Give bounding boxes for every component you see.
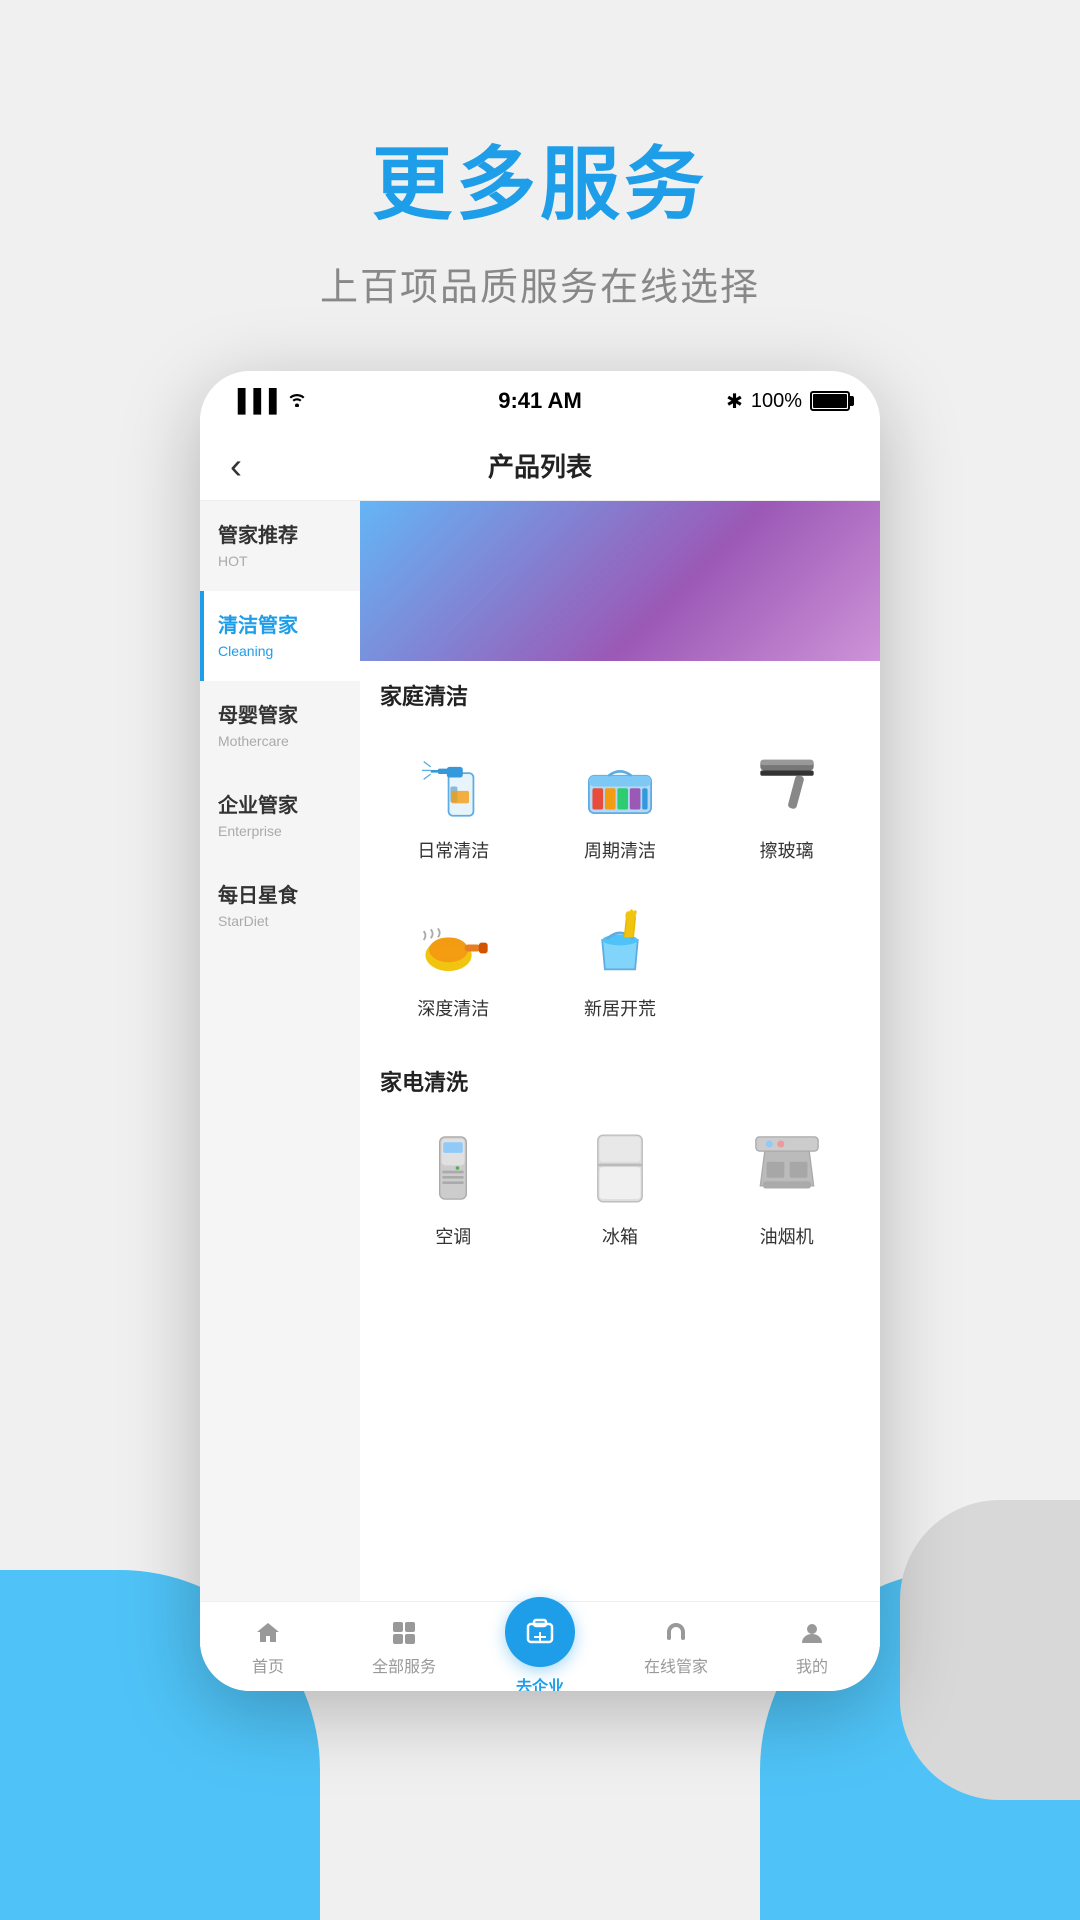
battery-percent: 100% (751, 390, 802, 413)
tab-enterprise-label: 去企业 (516, 1673, 564, 1692)
headset-icon (660, 1617, 692, 1649)
section-appliance-cleaning-title: 家电清洗 (360, 1047, 880, 1107)
tab-home[interactable]: 首页 (200, 1617, 336, 1677)
sidebar-item-cleaning[interactable]: 清洁管家 Cleaning (200, 591, 360, 681)
sidebar-item-cleaning-sub: Cleaning (218, 643, 346, 659)
toolbox-icon (570, 737, 670, 827)
item-fridge[interactable]: 冰箱 (537, 1107, 704, 1265)
phone-wrapper: ▐▐▐ 9:41 AM ✱ 100% ‹ 产品列表 (0, 371, 1080, 1691)
hero-section: 更多服务 上百项品质服务在线选择 (0, 0, 1080, 371)
item-hood-label: 油烟机 (760, 1223, 814, 1249)
steamer-icon (403, 895, 503, 985)
sidebar-item-stardiet-name: 每日星食 (218, 883, 346, 909)
page-title: 产品列表 (488, 447, 592, 484)
sidebar-item-hot-name: 管家推荐 (218, 523, 346, 549)
sidebar-item-enterprise[interactable]: 企业管家 Enterprise (200, 771, 360, 861)
item-periodic-cleaning-label: 周期清洁 (584, 837, 656, 863)
tab-assistant-label: 在线管家 (644, 1653, 708, 1677)
item-ac[interactable]: 空调 (370, 1107, 537, 1265)
sidebar-item-stardiet-sub: StarDiet (218, 913, 346, 929)
tab-profile-label: 我的 (796, 1653, 828, 1677)
battery-icon (810, 391, 850, 411)
item-ac-label: 空调 (435, 1223, 471, 1249)
sidebar: 管家推荐 HOT 清洁管家 Cleaning 母婴管家 Mothercare 企… (200, 501, 360, 1601)
tab-assistant[interactable]: 在线管家 (608, 1617, 744, 1677)
battery-fill (813, 394, 847, 408)
range-hood-icon (737, 1123, 837, 1213)
ac-icon (403, 1123, 503, 1213)
item-deep-cleaning-label: 深度清洁 (417, 995, 489, 1021)
enterprise-center-button[interactable] (505, 1597, 575, 1667)
tab-bar: 首页 全部服务 (200, 1601, 880, 1691)
status-time: 9:41 AM (498, 388, 582, 414)
sidebar-item-hot-sub: HOT (218, 553, 346, 569)
item-daily-cleaning[interactable]: 日常清洁 (370, 721, 537, 879)
appliance-cleaning-grid: 空调 (360, 1107, 880, 1275)
sidebar-item-mothercare-name: 母婴管家 (218, 703, 346, 729)
tab-services[interactable]: 全部服务 (336, 1617, 472, 1677)
item-daily-cleaning-label: 日常清洁 (417, 837, 489, 863)
item-glass-cleaning[interactable]: 擦玻璃 (703, 721, 870, 879)
item-deep-cleaning[interactable]: 深度清洁 (370, 879, 537, 1037)
hero-subtitle: 上百项品质服务在线选择 (0, 256, 1080, 311)
right-content: 家庭清洁 (360, 501, 880, 1601)
home-icon (252, 1617, 284, 1649)
section-home-cleaning-title: 家庭清洁 (360, 661, 880, 721)
home-cleaning-grid: 日常清洁 (360, 721, 880, 1047)
refrigerator-icon (570, 1123, 670, 1213)
sidebar-item-mothercare[interactable]: 母婴管家 Mothercare (200, 681, 360, 771)
content-area: 管家推荐 HOT 清洁管家 Cleaning 母婴管家 Mothercare 企… (200, 501, 880, 1601)
sidebar-item-mothercare-sub: Mothercare (218, 733, 346, 749)
spray-bottle-icon (403, 737, 503, 827)
sidebar-item-stardiet[interactable]: 每日星食 StarDiet (200, 861, 360, 951)
phone-frame: ▐▐▐ 9:41 AM ✱ 100% ‹ 产品列表 (200, 371, 880, 1691)
tab-profile[interactable]: 我的 (744, 1617, 880, 1677)
sidebar-item-cleaning-name: 清洁管家 (218, 613, 346, 639)
signal-icon: ▐▐▐ (230, 388, 277, 414)
sidebar-item-enterprise-name: 企业管家 (218, 793, 346, 819)
banner (360, 501, 880, 661)
back-button[interactable]: ‹ (230, 445, 242, 487)
hero-title: 更多服务 (0, 120, 1080, 236)
tab-services-label: 全部服务 (372, 1653, 436, 1677)
tab-home-label: 首页 (252, 1653, 284, 1677)
item-hood[interactable]: 油烟机 (703, 1107, 870, 1265)
status-bar: ▐▐▐ 9:41 AM ✱ 100% (200, 371, 880, 431)
item-newhome-cleaning[interactable]: 新居开荒 (537, 879, 704, 1037)
sidebar-item-enterprise-sub: Enterprise (218, 823, 346, 839)
sidebar-item-hot[interactable]: 管家推荐 HOT (200, 501, 360, 591)
nav-bar: ‹ 产品列表 (200, 431, 880, 501)
bluetooth-icon: ✱ (726, 389, 743, 414)
squeegee-icon (737, 737, 837, 827)
bucket-icon (570, 895, 670, 985)
grid-icon (388, 1617, 420, 1649)
status-right: ✱ 100% (726, 389, 850, 414)
item-glass-cleaning-label: 擦玻璃 (760, 837, 814, 863)
user-icon (796, 1617, 828, 1649)
tab-enterprise-center[interactable]: 去企业 (472, 1597, 608, 1692)
item-newhome-cleaning-label: 新居开荒 (584, 995, 656, 1021)
item-fridge-label: 冰箱 (602, 1223, 638, 1249)
item-periodic-cleaning[interactable]: 周期清洁 (537, 721, 704, 879)
status-left: ▐▐▐ (230, 388, 309, 414)
wifi-icon (285, 389, 309, 413)
